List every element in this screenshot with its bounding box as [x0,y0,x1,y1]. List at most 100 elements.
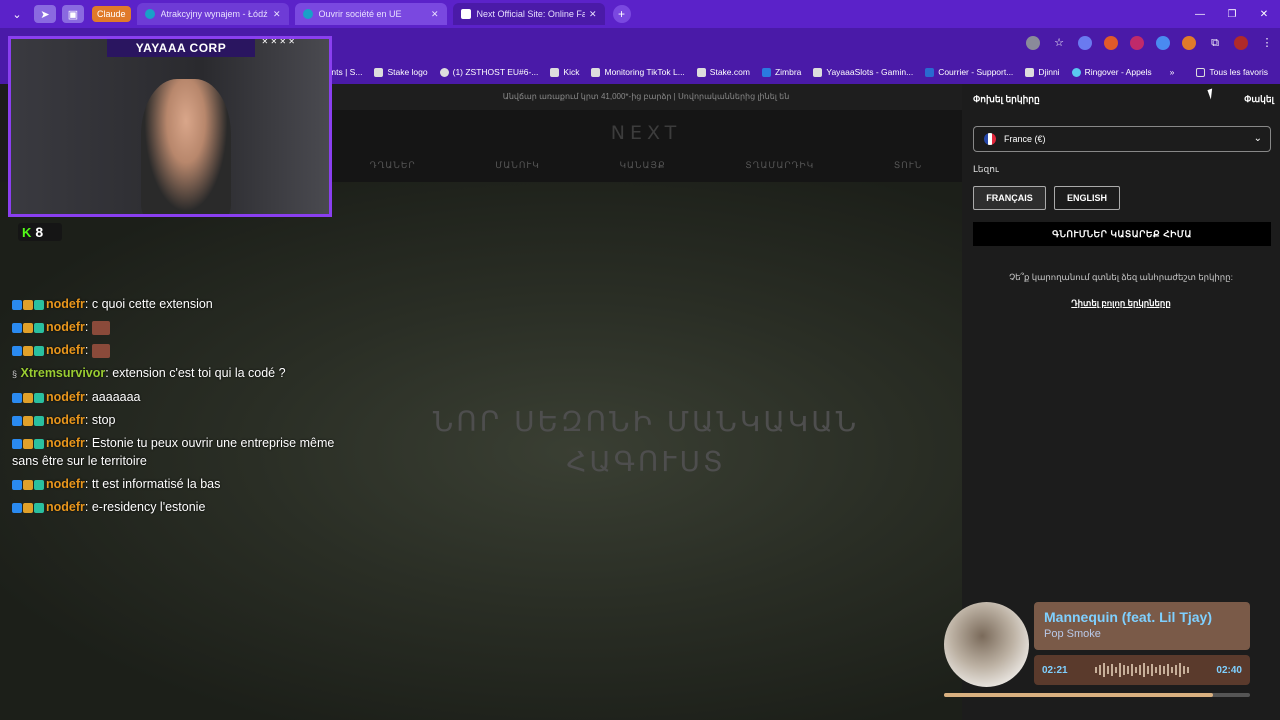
tab-search-chevron-icon[interactable]: ⌄ [6,5,28,23]
bookmark-favicon-icon [550,67,560,77]
extensions-puzzle-icon[interactable]: ⧉ [1208,36,1222,50]
bookmark-favicon-icon [813,67,823,77]
language-english-button[interactable]: ENGLISH [1054,186,1120,210]
site-nav: ԴՂԱՆԵՐ ՄԱՆՈՒԿ ԿԱՆԱՅՔ ՏՂԱՄԱՐԴԻԿ ՏՈՒՆ [330,160,962,171]
bookmark-favicon-icon [1071,67,1081,77]
chat-badges [12,438,44,449]
tab-ouvrir-societe[interactable]: Ouvrir société en UE ✕ [294,3,447,25]
tab-title: Ouvrir société en UE [318,9,402,19]
help-text: Չե՞ք կարողանում գտնել ձեզ անհրաժեշտ երկի… [1009,272,1233,282]
extension-1-icon[interactable] [1078,36,1092,50]
tab-title: Atrakcyjny wynajem - Łódź - sp [160,9,269,19]
extension-4-icon[interactable] [1156,36,1170,50]
bookmark-item[interactable]: Ringover - Appels [1071,67,1152,77]
chat-username: nodefr [46,413,85,427]
bookmark-favicon-icon [696,67,706,77]
cam-decoration: ✕ ✕ ✕ ✕ [261,37,295,46]
close-tab-icon[interactable]: ✕ [431,9,439,20]
cam-title: YAYAAA CORP [107,39,255,57]
bookmark-item[interactable]: Monitoring TikTok L... [591,67,685,77]
bookmark-item[interactable]: Kick [550,67,579,77]
bookmark-item[interactable]: YayaaaSlots - Gamin... [813,67,913,77]
chat-username: nodefr [46,500,85,514]
tab-favicon-icon [144,9,155,19]
tab-atrakcyjny[interactable]: Atrakcyjny wynajem - Łódź - sp ✕ [136,3,289,25]
chat-badges [12,502,44,513]
bookmark-item[interactable]: Djinni [1025,67,1060,77]
country-select[interactable]: France (€) ⌄ [973,126,1271,152]
close-tab-icon[interactable]: ✕ [273,9,281,20]
chat-username: nodefr [46,390,85,404]
extension-5-icon[interactable] [1182,36,1196,50]
extension-3-icon[interactable] [1130,36,1144,50]
tab-favicon-icon [460,9,471,19]
extension-tab-icon[interactable]: ▣ [62,5,84,23]
waveform-icon [1095,663,1189,677]
song-title: Mannequin (feat. Lil Tjay) [1044,609,1213,625]
bookmark-favicon-icon [439,67,449,77]
browser-menu-icon[interactable]: ⋮ [1260,36,1274,50]
chat-badges [12,415,44,426]
new-tab-button[interactable]: + [612,5,631,23]
close-tab-icon[interactable]: ✕ [589,9,597,20]
panel-title: Փոխել երկիրը [973,94,1040,104]
chat-message: nodefr: c quoi cette extension [12,295,357,313]
tab-title: Next Official Site: Online Fashio [476,9,585,19]
nav-item[interactable]: ՏՂԱՄԱՐԴԻԿ [745,160,814,171]
bookmark-item[interactable]: Stake logo [374,67,428,77]
chat-emote-icon [91,320,110,335]
bookmark-item[interactable]: Courrier - Support... [925,67,1013,77]
bookmark-item[interactable]: (1) ZSTHOST EU#6-... [439,67,538,77]
chat-text: aaaaaaa [91,390,141,404]
now-playing-widget: Mannequin (feat. Lil Tjay) Pop Smoke 02:… [944,602,1254,700]
total-time: 02:40 [1216,664,1242,676]
nav-item[interactable]: ՄԱՆՈՒԿ [495,160,540,171]
chat-text: tt est informatisé la bas [91,477,221,491]
bookmark-favicon-icon [591,67,601,77]
profile-avatar-icon[interactable] [1234,36,1248,50]
all-favorites[interactable]: Tous les favoris [1196,67,1268,77]
claude-tab-group[interactable]: Claude [92,6,131,22]
chat-username: Xtremsurvivor [20,366,106,380]
album-art [944,602,1029,687]
maximize-icon[interactable]: ❐ [1216,0,1248,28]
chat-username: nodefr [46,343,85,357]
nav-item[interactable]: ՏՈՒՆ [894,160,922,171]
close-window-icon[interactable]: ✕ [1248,0,1280,28]
nav-item[interactable]: ԿԱՆԱՅՔ [619,160,665,171]
hero-title: ՆՈՐ ՍԵԶՈՆԻ ՄԱՆԿԱԿԱՆ ՀԱԳՈՒՍՏ [432,405,860,478]
view-all-countries-link[interactable]: Դիտել բոլոր երկրները [962,298,1280,309]
sub-badge-icon: § [12,369,18,379]
chat-message: § Xtremsurvivor: extension c'est toi qui… [12,366,286,380]
chat-message: nodefr: [12,341,357,359]
bookmark-item[interactable]: Stake.com [696,67,750,77]
song-artist: Pop Smoke [1044,628,1101,640]
minimize-icon[interactable]: — [1184,0,1216,28]
language-french-button[interactable]: FRANÇAIS [973,186,1046,210]
bookmarks-overflow-button[interactable]: » [1170,67,1175,77]
extension-2-icon[interactable] [1104,36,1118,50]
site-header: NEXT ԴՂԱՆԵՐ ՄԱՆՈՒԿ ԿԱՆԱՅՔ ՏՂԱՄԱՐԴԻԿ ՏՈՒՆ [330,110,962,182]
country-value: France (€) [1004,134,1046,144]
chat-username: nodefr [46,297,85,311]
chat-badges [12,345,44,356]
next-logo[interactable]: NEXT [330,122,962,144]
tab-next-official[interactable]: Next Official Site: Online Fashio ✕ [452,3,605,25]
viewer-number: 8 [35,224,44,240]
chat-badges [12,322,44,333]
panel-close-button[interactable]: Փակել [1244,94,1274,105]
tab-favicon-icon [302,9,313,19]
stream-chat: nodefr: c quoi cette extension nodefr: n… [12,295,357,521]
elapsed-time: 02:21 [1042,664,1068,676]
nav-item[interactable]: ԴՂԱՆԵՐ [370,160,416,171]
chat-text: e-residency l'estonie [91,500,206,514]
promo-banner[interactable]: Անվճար առաքում կրտ 41,000*-ից բարձր | Սո… [330,84,962,110]
chat-message: nodefr: e-residency l'estonie [12,498,357,516]
translate-icon[interactable] [1026,36,1040,50]
bookmark-item[interactable]: Zimbra [761,67,801,77]
bookmark-star-icon[interactable]: ☆ [1052,36,1066,50]
telegram-icon[interactable]: ➤ [34,5,56,23]
bookmark-favicon-icon [761,67,771,77]
shop-now-button[interactable]: ԳՆՈՒՄՆԵՐ ԿԱՏԱՐԵՔ ՀԻՄԱ [973,222,1271,246]
viewer-count: K 8 [18,223,62,241]
